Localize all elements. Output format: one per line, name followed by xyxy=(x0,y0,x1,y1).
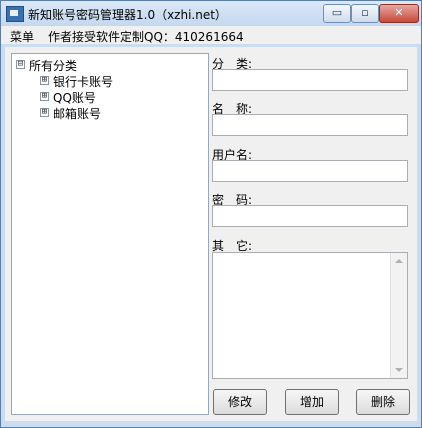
tree-node-bank[interactable]: ⊞ 银行卡账号 xyxy=(40,73,190,89)
tree-node-root[interactable]: ⊟ 所有分类 xyxy=(16,57,196,73)
tree-node-label[interactable]: 邮箱账号 xyxy=(53,105,101,122)
scroll-down-icon[interactable] xyxy=(395,368,403,372)
notes-scrollbar[interactable] xyxy=(390,253,407,378)
expand-icon[interactable]: ⊞ xyxy=(40,76,49,85)
collapse-icon[interactable]: ⊟ xyxy=(16,60,25,69)
tree-node-label[interactable]: QQ账号 xyxy=(53,89,96,106)
title-bar[interactable]: 新知账号密码管理器1.0（xzhi.net） ▭ ▫ ✕ xyxy=(1,1,421,26)
tree-node-label[interactable]: 所有分类 xyxy=(29,57,77,74)
menu-item-main[interactable]: 菜单 xyxy=(10,28,34,45)
main-panel: ⊟ 所有分类 ⊞ 银行卡账号 ⊞ QQ账号 ⊞ 邮箱账号 分 类: 名 称: 用… xyxy=(5,47,417,421)
category-tree[interactable]: ⊟ 所有分类 ⊞ 银行卡账号 ⊞ QQ账号 ⊞ 邮箱账号 xyxy=(11,53,209,415)
app-icon xyxy=(6,6,24,22)
close-button[interactable]: ✕ xyxy=(379,4,419,23)
other-textarea[interactable] xyxy=(212,252,408,379)
menu-info-text: 作者接受软件定制QQ：410261664 xyxy=(48,30,244,44)
minimize-button[interactable]: ▭ xyxy=(323,4,351,23)
scroll-up-icon[interactable] xyxy=(395,259,403,263)
expand-icon[interactable]: ⊞ xyxy=(40,92,49,101)
category-field[interactable] xyxy=(212,69,408,91)
tree-node-qq[interactable]: ⊞ QQ账号 xyxy=(40,89,190,105)
menu-bar: 菜单 作者接受软件定制QQ：410261664 xyxy=(1,26,421,44)
maximize-button[interactable]: ▫ xyxy=(351,4,379,23)
name-field[interactable] xyxy=(212,114,408,136)
delete-button[interactable]: 删除 xyxy=(356,389,410,415)
tree-node-label[interactable]: 银行卡账号 xyxy=(53,73,113,90)
tree-node-email[interactable]: ⊞ 邮箱账号 xyxy=(40,105,190,121)
username-field[interactable] xyxy=(212,160,408,182)
add-button[interactable]: 增加 xyxy=(285,389,339,415)
edit-button[interactable]: 修改 xyxy=(213,389,267,415)
password-field[interactable] xyxy=(212,205,408,227)
expand-icon[interactable]: ⊞ xyxy=(40,108,49,117)
app-window: 新知账号密码管理器1.0（xzhi.net） ▭ ▫ ✕ 菜单 作者接受软件定制… xyxy=(0,0,422,428)
window-title: 新知账号密码管理器1.0（xzhi.net） xyxy=(28,8,227,22)
